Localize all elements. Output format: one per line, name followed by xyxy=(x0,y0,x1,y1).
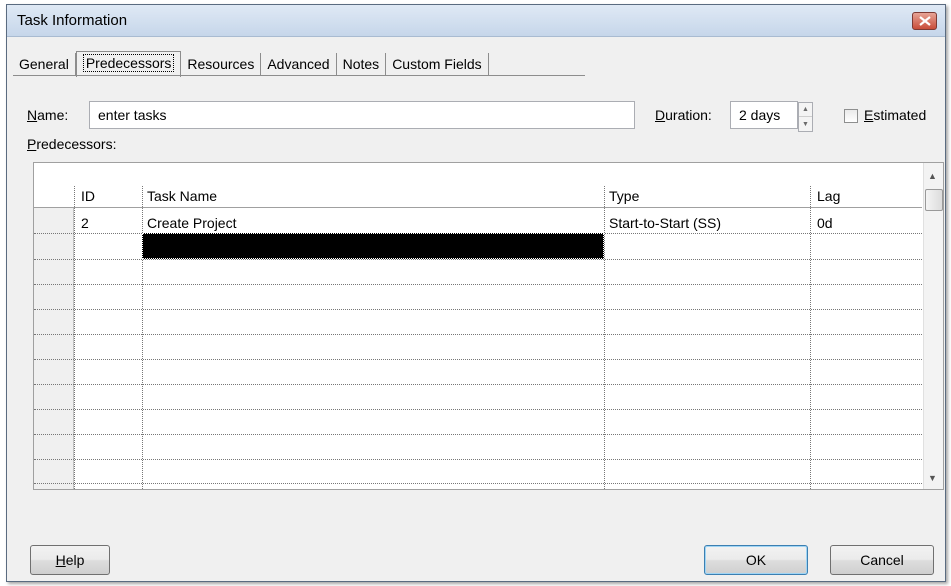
column-divider xyxy=(810,186,811,489)
estimated-label: Estimated xyxy=(864,107,927,123)
row-divider xyxy=(34,384,922,385)
selected-task-name-cell[interactable] xyxy=(142,233,604,259)
tab-resources[interactable]: Resources xyxy=(181,53,262,76)
cell-id[interactable]: 2 xyxy=(81,215,89,231)
tab-advanced[interactable]: Advanced xyxy=(261,53,337,76)
vertical-scrollbar[interactable]: ▲ ▼ xyxy=(923,163,943,489)
column-header-type[interactable]: Type xyxy=(609,188,639,204)
scroll-up-arrow-icon[interactable]: ▲ xyxy=(928,171,937,181)
row-divider xyxy=(34,259,922,260)
cell-lag[interactable]: 0d xyxy=(817,215,833,231)
duration-spinner[interactable]: ▲ ▼ xyxy=(798,102,813,132)
cell-task-name[interactable]: Create Project xyxy=(147,215,236,231)
cancel-button[interactable]: Cancel xyxy=(830,545,934,575)
tab-notes[interactable]: Notes xyxy=(337,53,387,76)
column-header-task-name[interactable]: Task Name xyxy=(147,188,217,204)
ok-button[interactable]: OK xyxy=(704,545,808,575)
title-bar: Task Information xyxy=(7,5,945,37)
row-divider xyxy=(34,309,922,310)
row-divider xyxy=(34,284,922,285)
column-divider xyxy=(142,186,143,489)
spin-up-arrow-icon[interactable]: ▲ xyxy=(799,103,812,117)
row-divider xyxy=(34,359,922,360)
tab-custom-fields[interactable]: Custom Fields xyxy=(386,53,489,76)
tab-predecessors-label: Predecessors xyxy=(82,54,175,72)
duration-label: Duration: xyxy=(655,107,712,123)
tab-general[interactable]: General xyxy=(13,53,76,76)
tab-predecessors[interactable]: Predecessors xyxy=(75,51,182,77)
predecessors-table[interactable]: ID Task Name Type Lag 2 Create Project S… xyxy=(33,162,944,490)
row-divider xyxy=(34,434,922,435)
tab-divider xyxy=(13,75,585,76)
duration-field[interactable]: 2 days xyxy=(730,101,798,129)
row-header-column xyxy=(34,186,74,489)
column-divider xyxy=(604,186,605,489)
spin-down-arrow-icon[interactable]: ▼ xyxy=(799,117,812,131)
close-button[interactable] xyxy=(912,12,937,30)
row-divider xyxy=(34,334,922,335)
name-field[interactable]: enter tasks xyxy=(89,101,635,129)
scroll-down-arrow-icon[interactable]: ▼ xyxy=(928,473,937,483)
estimated-checkbox[interactable] xyxy=(844,109,858,123)
help-button[interactable]: Help xyxy=(30,545,110,575)
task-information-dialog: Task Information General Predecessors Re… xyxy=(6,4,946,582)
tab-bar: General Predecessors Resources Advanced … xyxy=(13,50,489,77)
column-header-lag[interactable]: Lag xyxy=(817,188,840,204)
scrollbar-thumb[interactable] xyxy=(925,189,943,211)
predecessors-label: Predecessors: xyxy=(27,136,117,152)
row-divider xyxy=(34,483,922,484)
name-label: Name: xyxy=(27,107,69,123)
close-icon xyxy=(918,16,931,26)
window-title: Task Information xyxy=(17,12,128,29)
column-divider xyxy=(74,186,75,489)
row-divider xyxy=(34,459,922,460)
cell-type[interactable]: Start-to-Start (SS) xyxy=(609,215,721,231)
column-header-id[interactable]: ID xyxy=(81,188,95,204)
row-divider xyxy=(34,409,922,410)
